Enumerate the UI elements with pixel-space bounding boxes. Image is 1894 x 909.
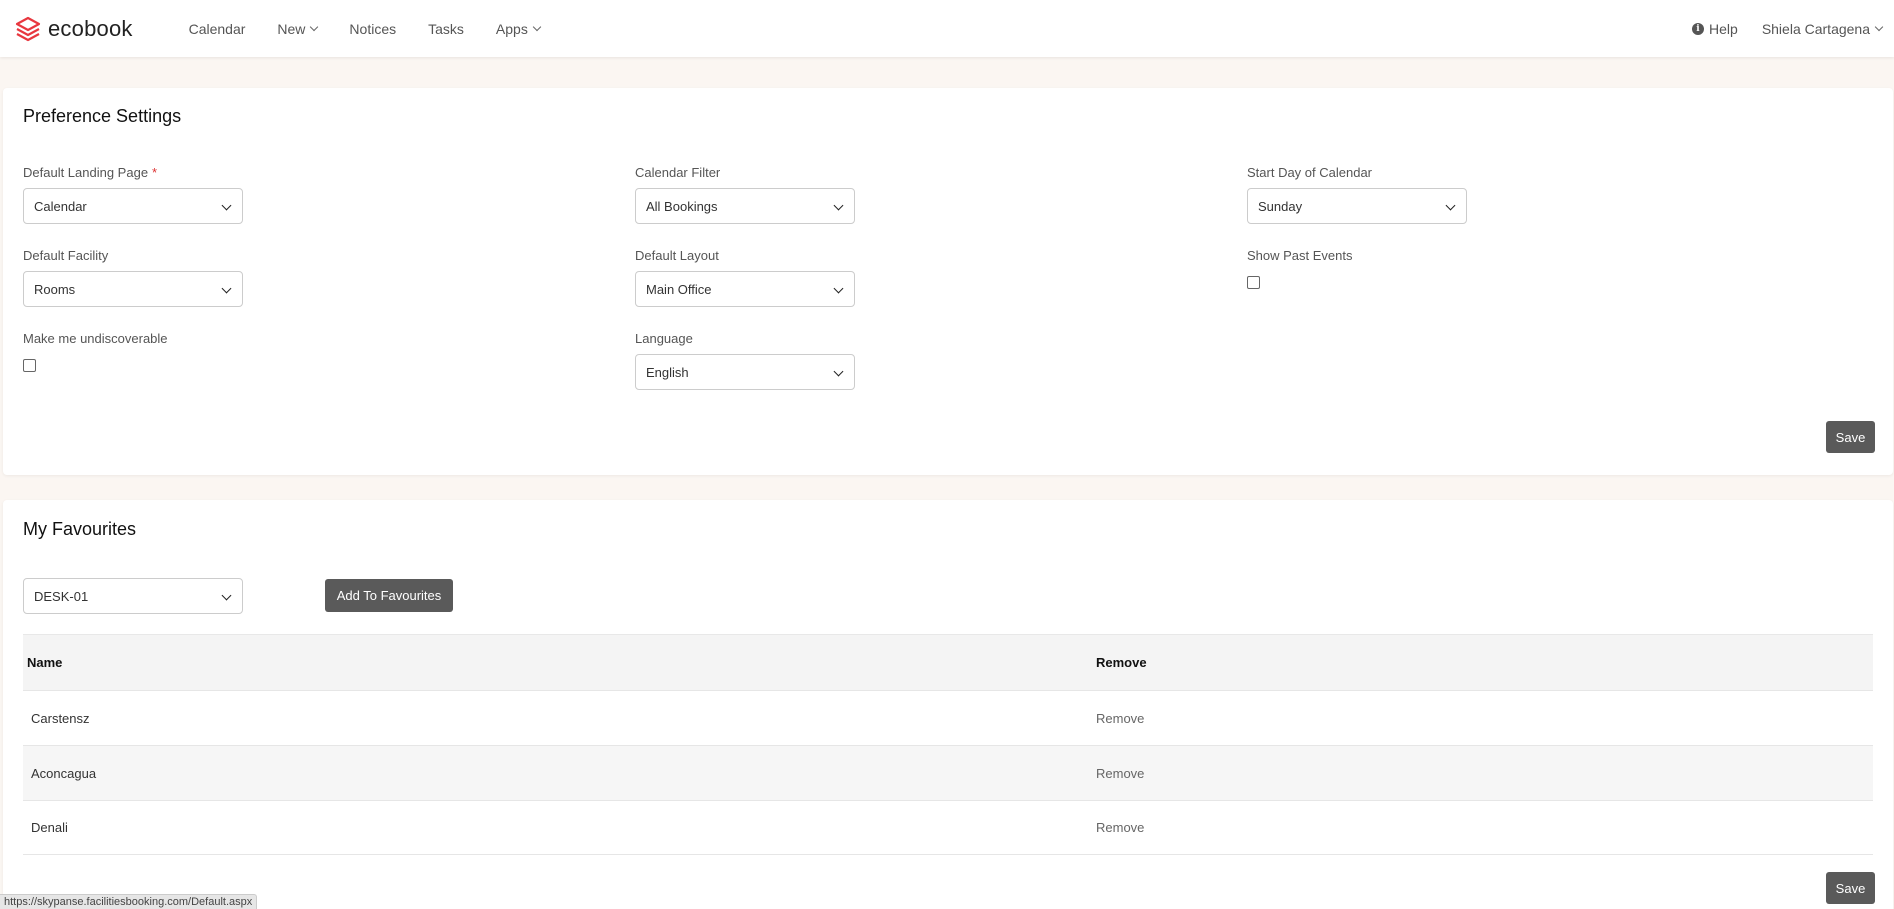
chevron-down-icon [833,283,844,294]
user-menu[interactable]: Shiela Cartagena [1761,20,1884,37]
default-landing-page-label-text: Default Landing Page [23,165,149,180]
language-label: Language [635,331,693,346]
chevron-down-icon [221,590,232,601]
column-header-name: Name [27,655,63,670]
brand-name: ecobook [48,15,133,41]
chevron-down-icon [221,283,232,294]
chevron-down-icon [221,200,232,211]
default-layout-label: Default Layout [635,248,719,263]
nav-right: i Help Shiela Cartagena [1692,0,1884,57]
remove-link[interactable]: Remove [1096,711,1144,726]
my-favourites-card: My Favourites DESK-01 Add To Favourites … [3,500,1893,909]
favourite-resource-value: DESK-01 [34,588,89,604]
nav-tasks[interactable]: Tasks [428,21,464,37]
help-link[interactable]: i Help [1692,21,1738,37]
favourite-name: Aconcagua [31,765,97,781]
top-navbar: ecobook Calendar New Notices Tasks Apps … [0,0,1894,57]
info-icon: i [1692,22,1705,35]
table-header: Name Remove [23,634,1873,690]
undiscoverable-checkbox[interactable] [23,359,36,372]
language-value: English [646,364,689,380]
nav-notices-label: Notices [349,20,397,37]
calendar-filter-value: All Bookings [646,198,718,214]
preference-settings-card: Preference Settings Default Landing Page… [3,88,1893,475]
default-facility-value: Rooms [34,281,76,297]
nav-apps[interactable]: Apps [495,20,542,37]
undiscoverable-label: Make me undiscoverable [23,331,168,346]
default-landing-page-label: Default Landing Page * [23,165,157,180]
favourites-table: Name Remove Carstensz Remove Aconcagua R… [23,634,1873,855]
start-day-value: Sunday [1258,198,1303,214]
table-row: Denali Remove [23,800,1873,855]
chevron-down-icon [310,22,319,32]
chevron-down-icon [532,22,542,32]
default-facility-label: Default Facility [23,248,109,263]
required-marker: * [152,165,158,180]
nav-notices[interactable]: Notices [349,21,396,37]
show-past-events-checkbox[interactable] [1247,276,1260,289]
favourite-name: Denali [31,820,68,835]
show-past-events-label: Show Past Events [1247,248,1353,263]
preference-settings-title: Preference Settings [23,106,182,126]
start-day-select[interactable]: Sunday [1247,188,1467,224]
favourite-name: Carstensz [31,710,90,726]
nav-new-label: New [277,20,306,37]
default-landing-page-select[interactable]: Calendar [23,188,243,224]
status-bar-url: https://skypanse.facilitiesbooking.com/D… [0,894,258,909]
nav-tasks-label: Tasks [428,20,464,37]
chevron-down-icon [833,200,844,211]
default-layout-select[interactable]: Main Office [635,271,855,307]
chevron-down-icon [1874,22,1884,32]
remove-link[interactable]: Remove [1096,766,1144,781]
table-row: Aconcagua Remove [23,745,1873,800]
nav-links: Calendar New Notices Tasks Apps [189,21,572,37]
chevron-down-icon [1445,200,1456,211]
brand-logo[interactable]: ecobook [14,15,133,43]
start-day-label: Start Day of Calendar [1247,165,1373,180]
save-preferences-button[interactable]: Save [1826,421,1875,453]
add-to-favourites-button[interactable]: Add To Favourites [325,579,453,612]
calendar-filter-label: Calendar Filter [635,165,721,180]
nav-apps-label: Apps [495,20,528,37]
ecobook-logo-icon [15,16,41,41]
table-row: Carstensz Remove [23,690,1873,745]
default-landing-page-value: Calendar [34,198,87,214]
language-select[interactable]: English [635,354,855,390]
nav-calendar[interactable]: Calendar [189,21,246,37]
default-facility-select[interactable]: Rooms [23,271,243,307]
favourite-resource-select[interactable]: DESK-01 [23,578,243,614]
remove-link[interactable]: Remove [1096,820,1144,835]
save-favourites-button[interactable]: Save [1826,872,1875,904]
nav-calendar-label: Calendar [188,20,246,37]
column-header-remove: Remove [1096,655,1147,670]
help-label: Help [1709,20,1738,37]
default-layout-value: Main Office [646,281,712,297]
chevron-down-icon [833,366,844,377]
user-name: Shiela Cartagena [1761,20,1870,37]
my-favourites-title: My Favourites [23,519,137,539]
calendar-filter-select[interactable]: All Bookings [635,188,855,224]
nav-new[interactable]: New [277,20,319,37]
